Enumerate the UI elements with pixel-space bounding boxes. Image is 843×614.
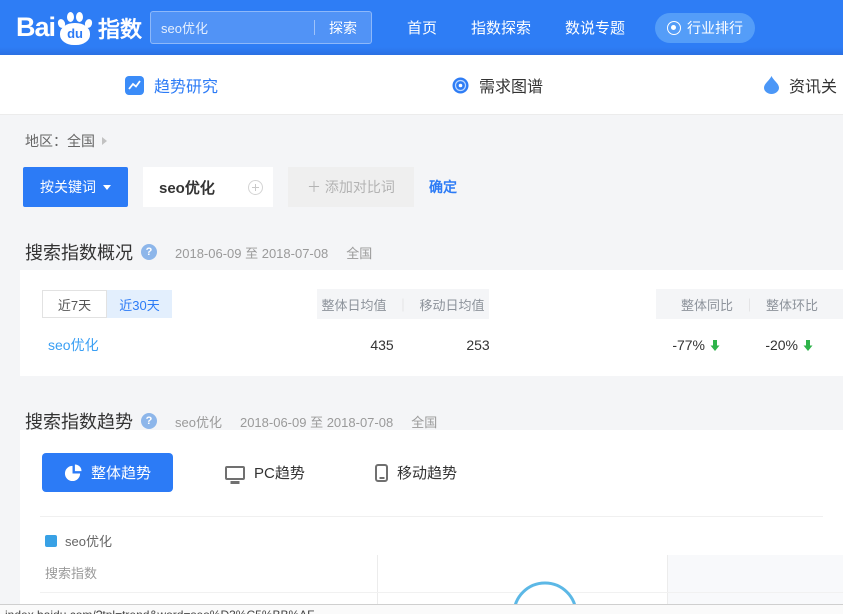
trend-region: 全国 <box>411 412 437 431</box>
trend-period: 2018-06-09 至 2018-07-08 <box>240 412 393 431</box>
overview-period: 2018-06-09 至 2018-07-08 <box>175 243 328 262</box>
region-selector[interactable]: 地区：全国 <box>25 131 107 151</box>
overview-section-heading: 搜索指数概况 ? 2018-06-09 至 2018-07-08 全国 <box>25 239 372 265</box>
y-axis-label: 搜索指数 <box>45 563 97 582</box>
trend-keyword: seo优化 <box>175 412 222 431</box>
trend-card: 整体趋势 PC趋势 移动趋势 seo优化 搜索指数 <box>20 430 843 614</box>
droplet-icon <box>764 76 779 94</box>
chart-gridline <box>40 592 843 593</box>
overall-daily-header: 整体日均值 <box>321 295 386 314</box>
status-url: index.baidu.com/?tpl=trend&word=seo%D3%C… <box>5 608 315 614</box>
overview-region: 全国 <box>346 243 372 262</box>
baidu-index-page: Bai du 指数 探索 首页 指数探索 数说专题 行业排行 <box>0 0 843 614</box>
keyword-input[interactable] <box>143 179 248 196</box>
overview-title: 搜索指数概况 <box>25 239 133 265</box>
legend-label: seo优化 <box>65 531 112 550</box>
logo-du-text: du <box>67 26 83 41</box>
comparison-headers: 整体同比 ｜ 整体环比 <box>656 289 843 319</box>
yoy-header: 整体同比 <box>681 295 733 314</box>
daily-average-headers: 整体日均值 ｜ 移动日均值 <box>317 289 489 319</box>
overall-daily-value: 435 <box>350 332 414 358</box>
header-search-input[interactable] <box>151 20 314 35</box>
tab-pc-trend-label: PC趋势 <box>254 462 305 483</box>
header-nav: 首页 指数探索 数说专题 <box>407 0 625 55</box>
divider <box>40 516 823 517</box>
baidu-paw-icon: du <box>57 11 93 45</box>
tab-last-7-days[interactable]: 近7天 <box>42 290 107 318</box>
search-submit-button[interactable]: 探索 <box>315 18 371 38</box>
mom-header: 整体环比 <box>766 295 818 314</box>
overview-card: 近7天 近30天 整体日均值 ｜ 移动日均值 整体同比 ｜ 整体环比 seo优化… <box>20 270 843 376</box>
header-divider: ｜ <box>743 295 756 314</box>
industry-ranking-button[interactable]: 行业排行 <box>655 13 755 43</box>
radar-sphere-icon <box>452 77 469 94</box>
tab-overall-trend-label: 整体趋势 <box>91 462 151 483</box>
medal-icon <box>667 21 681 35</box>
nav-index-explore[interactable]: 指数探索 <box>471 17 531 38</box>
logo-bai-text: Bai <box>16 12 55 43</box>
mom-percent: -20% <box>765 337 798 353</box>
nav-home[interactable]: 首页 <box>407 17 437 38</box>
tab-overall-trend[interactable]: 整体趋势 <box>42 453 173 492</box>
down-arrow-icon <box>803 340 813 351</box>
confirm-button[interactable]: 确定 <box>429 167 457 207</box>
mobile-daily-header: 移动日均值 <box>420 295 485 314</box>
baidu-index-logo[interactable]: Bai du 指数 <box>16 0 142 55</box>
tab-demand-graph-label: 需求图谱 <box>479 73 543 97</box>
chevron-right-icon <box>102 137 107 145</box>
keyword-mode-label: 按关键词 <box>40 177 96 197</box>
monitor-icon <box>225 466 245 480</box>
header-search-box: 探索 <box>150 11 372 44</box>
mom-value: -20% <box>735 332 813 358</box>
tab-demand-graph[interactable]: 需求图谱 <box>452 55 543 115</box>
legend-swatch <box>45 535 57 547</box>
keyword-link[interactable]: seo优化 <box>48 332 99 358</box>
top-header: Bai du 指数 探索 首页 指数探索 数说专题 行业排行 <box>0 0 843 55</box>
circle-plus-icon[interactable] <box>248 180 263 195</box>
industry-ranking-label: 行业排行 <box>687 18 743 38</box>
help-icon[interactable]: ? <box>141 413 157 429</box>
pie-chart-icon <box>64 464 82 482</box>
tab-mobile-trend-label: 移动趋势 <box>397 462 457 483</box>
yoy-value: -77% <box>640 332 720 358</box>
add-compare-word-button[interactable]: ＋ 添加对比词 <box>288 167 414 207</box>
legend-item[interactable]: seo优化 <box>45 531 112 550</box>
add-compare-word-label: ＋ 添加对比词 <box>307 177 395 197</box>
down-arrow-icon <box>710 340 720 351</box>
phone-icon <box>375 464 388 482</box>
tab-trend-research[interactable]: 趋势研究 <box>125 55 218 115</box>
keyword-mode-button[interactable]: 按关键词 <box>23 167 128 207</box>
module-nav: 趋势研究 需求图谱 资讯关 <box>0 55 843 115</box>
tab-mobile-trend[interactable]: 移动趋势 <box>375 453 457 492</box>
tab-last-30-days[interactable]: 近30天 <box>107 290 172 318</box>
tab-news-attention-label: 资讯关 <box>789 73 837 97</box>
logo-product-text: 指数 <box>98 12 142 44</box>
help-icon[interactable]: ? <box>141 244 157 260</box>
nav-data-topics[interactable]: 数说专题 <box>565 17 625 38</box>
tab-trend-research-label: 趋势研究 <box>154 73 218 97</box>
keyword-input-box <box>143 167 273 207</box>
browser-status-bar: index.baidu.com/?tpl=trend&word=seo%D3%C… <box>0 604 843 614</box>
chevron-down-icon <box>103 185 111 190</box>
header-divider: ｜ <box>396 295 409 314</box>
trend-chart-icon <box>125 76 144 95</box>
tab-pc-trend[interactable]: PC趋势 <box>225 453 305 492</box>
yoy-percent: -77% <box>672 337 705 353</box>
tab-news-attention[interactable]: 资讯关 <box>764 55 837 115</box>
mobile-daily-value: 253 <box>446 332 510 358</box>
region-label: 地区：全国 <box>25 131 95 151</box>
